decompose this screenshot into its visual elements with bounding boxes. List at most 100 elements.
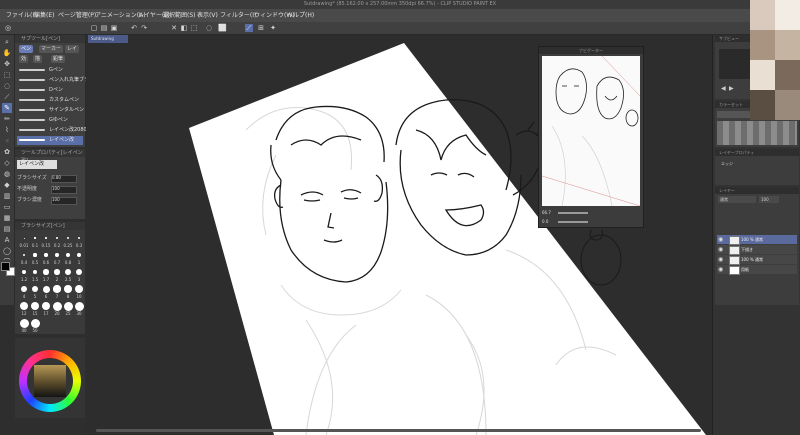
- eyedropper-tool-icon[interactable]: ⟋: [2, 92, 12, 102]
- save-icon[interactable]: ▣: [110, 24, 118, 32]
- menu-view[interactable]: 表示(V): [197, 11, 218, 20]
- layer-item[interactable]: ◉ 100 % 通常: [717, 235, 797, 245]
- brush-item[interactable]: ペン入れ丸筆ブラシ: [17, 76, 94, 85]
- brush-size-preset[interactable]: [41, 301, 51, 311]
- brush-size-preset[interactable]: [34, 237, 36, 239]
- brush-size-preset[interactable]: [44, 253, 48, 257]
- snap-grid-icon[interactable]: ⊞: [257, 24, 265, 32]
- selection-icon[interactable]: ⬜: [218, 24, 227, 32]
- layer-property-mode[interactable]: エッジ: [721, 161, 733, 167]
- main-color-icon[interactable]: [1, 262, 10, 271]
- horizontal-scrollbar[interactable]: [96, 429, 701, 432]
- select-tool-icon[interactable]: ⬚: [2, 70, 12, 80]
- layer-item[interactable]: ◉ 用紙: [717, 265, 797, 275]
- brush-size-preset[interactable]: [19, 301, 29, 311]
- fill-tool-icon[interactable]: ◆: [2, 180, 12, 190]
- clear-icon[interactable]: ✕: [170, 24, 178, 32]
- layer-item[interactable]: ◉ 100 % 通常: [717, 255, 797, 265]
- brush-item[interactable]: サインタルペン: [17, 106, 84, 115]
- menu-edit[interactable]: 編集(E): [34, 11, 54, 20]
- property-density[interactable]: ブラシ濃度 100: [17, 195, 83, 205]
- subview-preview[interactable]: [719, 49, 753, 79]
- brush-size-preset[interactable]: [63, 301, 73, 311]
- blend-tool-icon[interactable]: ◍: [2, 169, 12, 179]
- navigator-preview[interactable]: [542, 56, 640, 206]
- menu-filter[interactable]: フィルター(I): [220, 11, 256, 20]
- brush-size-preset[interactable]: [75, 285, 83, 293]
- color-set-swatches[interactable]: [717, 121, 797, 145]
- brush-size-preset[interactable]: [42, 285, 50, 293]
- subtool-group-draw[interactable]: 描: [33, 55, 43, 63]
- subtool-group-pencil[interactable]: 鉛筆: [51, 55, 66, 63]
- pencil-tool-icon[interactable]: ✏: [2, 114, 12, 124]
- brush-size-preset[interactable]: [55, 253, 59, 257]
- brush-size-preset[interactable]: [30, 301, 40, 311]
- brush-item[interactable]: Gゆペン: [17, 116, 83, 125]
- hand-tool-icon[interactable]: ✋: [2, 48, 12, 58]
- snap-special-icon[interactable]: ✦: [269, 24, 277, 32]
- property-brush-size[interactable]: ブラシサイズ 0.80: [17, 173, 83, 183]
- brush-size-preset[interactable]: [21, 269, 27, 275]
- snap-ruler-icon[interactable]: ⟋: [245, 24, 253, 32]
- brush-item-selected[interactable]: レイペン改: [17, 136, 83, 145]
- brush-size-preset[interactable]: [22, 253, 26, 257]
- canvas-tab[interactable]: Sutdrawing: [88, 35, 128, 43]
- deselect-icon[interactable]: ◌: [205, 24, 213, 32]
- brush-size-preset[interactable]: [45, 237, 47, 239]
- subview-prev-icon[interactable]: ◀: [721, 85, 726, 92]
- brush-size-preset[interactable]: [32, 269, 38, 275]
- open-file-icon[interactable]: ▤: [100, 24, 108, 32]
- lasso-tool-icon[interactable]: ◌: [2, 81, 12, 91]
- brush-tool-icon[interactable]: ⌇: [2, 125, 12, 135]
- brush-size-preset[interactable]: [19, 318, 29, 328]
- brush-size-preset[interactable]: [33, 253, 37, 257]
- brush-size-preset[interactable]: [31, 285, 39, 293]
- redo-icon[interactable]: ↷: [140, 24, 148, 32]
- menu-page[interactable]: ページ管理(P): [58, 11, 96, 20]
- brush-size-preset[interactable]: [66, 253, 70, 257]
- zoom-tool-icon[interactable]: ⌕: [2, 37, 12, 47]
- brush-size-preset[interactable]: [20, 285, 28, 293]
- property-opacity[interactable]: 不透明度 100: [17, 184, 83, 194]
- text-tool-icon[interactable]: A: [2, 235, 12, 245]
- brush-size-preset[interactable]: [54, 269, 60, 275]
- navigator-rotation[interactable]: 0.0: [542, 218, 640, 226]
- brush-size-preset[interactable]: [56, 237, 58, 239]
- brush-size-preset[interactable]: [30, 318, 40, 328]
- balloon-tool-icon[interactable]: ◯: [2, 246, 12, 256]
- brush-size-preset[interactable]: [77, 236, 81, 240]
- brush-item[interactable]: レイペン改2080: [17, 126, 87, 135]
- airbrush-tool-icon[interactable]: ⁖: [2, 136, 12, 146]
- color-saturation-square[interactable]: [34, 365, 66, 397]
- color-swatch[interactable]: [1, 262, 15, 276]
- new-file-icon[interactable]: ▢: [90, 24, 98, 32]
- brush-item[interactable]: Dペン: [17, 86, 83, 95]
- brush-size-preset[interactable]: [74, 301, 84, 311]
- subtool-group-ray[interactable]: レイ: [65, 45, 80, 53]
- brush-size-preset[interactable]: [53, 285, 61, 293]
- gradient-tool-icon[interactable]: ▥: [2, 191, 12, 201]
- brush-size-preset[interactable]: [66, 236, 70, 240]
- fill-icon[interactable]: ◧: [180, 24, 188, 32]
- brush-size-preset[interactable]: [43, 269, 49, 275]
- brush-size-preset[interactable]: [64, 285, 72, 293]
- layer-item[interactable]: ◉ 下描き: [717, 245, 797, 255]
- blend-mode-select[interactable]: 通常: [718, 196, 756, 203]
- brush-item[interactable]: カスタムペン: [17, 96, 83, 105]
- decoration-tool-icon[interactable]: ✿: [2, 147, 12, 157]
- subtool-group-effect[interactable]: 効: [19, 55, 29, 63]
- eraser-tool-icon[interactable]: ◇: [2, 158, 12, 168]
- brush-size-preset[interactable]: [23, 237, 25, 239]
- menu-selection[interactable]: 選択範囲(S): [163, 11, 196, 20]
- ruler-tool-icon[interactable]: ▤: [2, 224, 12, 234]
- navigator-zoom[interactable]: 66.7: [542, 209, 640, 217]
- brush-size-preset[interactable]: [76, 252, 82, 258]
- undo-icon[interactable]: ↶: [130, 24, 138, 32]
- brush-item[interactable]: Gペン: [17, 66, 83, 75]
- menu-help[interactable]: ヘルプ(H): [287, 11, 314, 20]
- subview-next-icon[interactable]: ▶: [729, 85, 734, 92]
- brush-size-preset[interactable]: [65, 269, 71, 275]
- frame-tool-icon[interactable]: ▦: [2, 213, 12, 223]
- brush-size-preset[interactable]: [52, 301, 62, 311]
- opacity-field[interactable]: 100: [759, 196, 779, 203]
